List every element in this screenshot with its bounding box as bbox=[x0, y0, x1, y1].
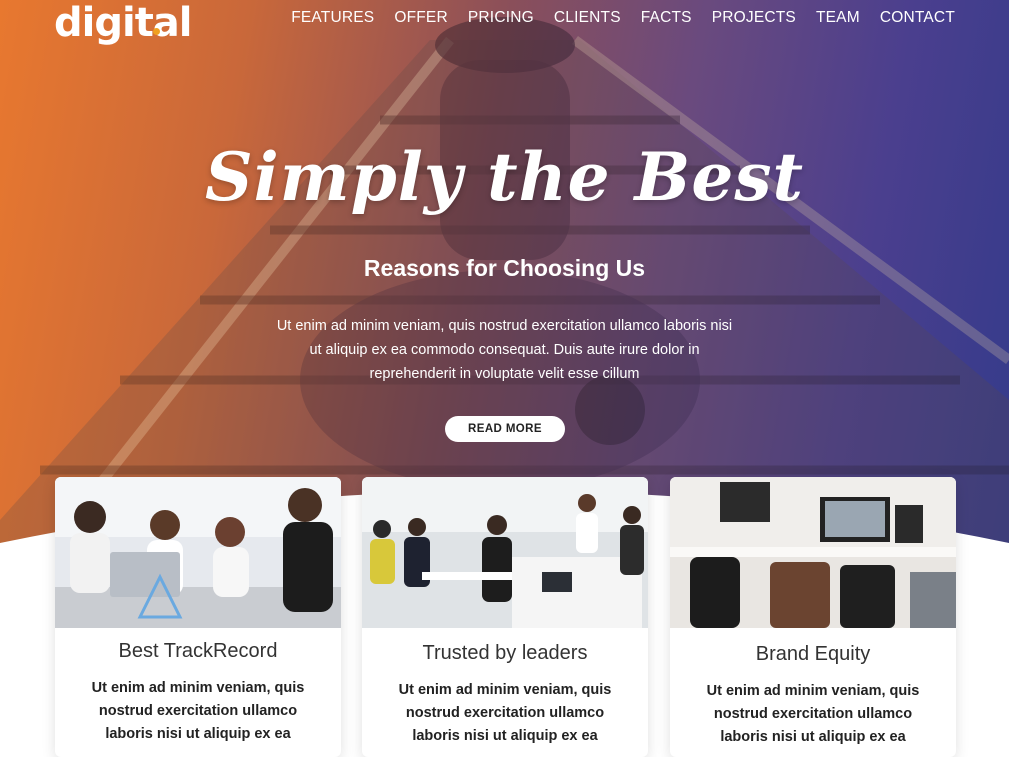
hero-text: Ut enim ad minim veniam, quis nostrud ex… bbox=[276, 318, 733, 382]
card-title: Trusted by leaders bbox=[422, 642, 588, 664]
main-nav: FEATURES OFFER PRICING CLIENTS FACTS PRO… bbox=[291, 9, 955, 27]
card-image-team-meeting bbox=[55, 477, 341, 628]
nav-contact[interactable]: CONTACT bbox=[880, 9, 955, 27]
nav-projects[interactable]: PROJECTS bbox=[712, 9, 796, 27]
card-text: Ut enim ad minim veniam, quis nostrud ex… bbox=[91, 680, 305, 742]
card-text: Ut enim ad minim veniam, quis nostrud ex… bbox=[398, 682, 612, 744]
nav-facts[interactable]: FACTS bbox=[641, 9, 692, 27]
feature-card-1: Best TrackRecord Ut enim ad minim veniam… bbox=[55, 477, 341, 757]
card-image-office-workspace bbox=[362, 477, 648, 628]
nav-features[interactable]: FEATURES bbox=[291, 9, 374, 27]
top-navigation-bar: digital FEATURES OFFER PRICING CLIENTS F… bbox=[0, 0, 1009, 46]
logo-dot-icon bbox=[153, 28, 160, 35]
read-more-button[interactable]: READ MORE bbox=[445, 416, 565, 442]
hero-subtitle: Reasons for Choosing Us bbox=[363, 255, 646, 281]
feature-card-2: Trusted by leaders Ut enim ad minim veni… bbox=[362, 477, 648, 757]
site-logo[interactable]: digital bbox=[54, 0, 193, 46]
card-text: Ut enim ad minim veniam, quis nostrud ex… bbox=[706, 683, 920, 745]
nav-offer[interactable]: OFFER bbox=[394, 9, 448, 27]
feature-card-3: Brand Equity Ut enim ad minim veniam, qu… bbox=[670, 477, 956, 757]
nav-pricing[interactable]: PRICING bbox=[468, 9, 534, 27]
nav-clients[interactable]: CLIENTS bbox=[554, 9, 621, 27]
hero-title: Simply the Best bbox=[205, 138, 804, 216]
card-title: Brand Equity bbox=[755, 643, 871, 665]
card-image-desk-setup bbox=[670, 477, 956, 628]
card-title: Best TrackRecord bbox=[118, 640, 278, 662]
nav-team[interactable]: TEAM bbox=[816, 9, 860, 27]
